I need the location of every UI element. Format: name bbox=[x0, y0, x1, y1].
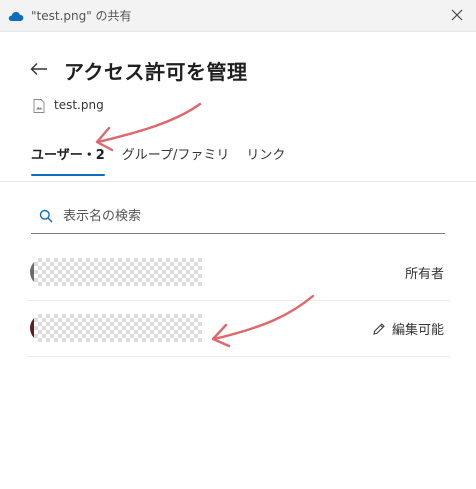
page-title: アクセス許可を管理 bbox=[64, 60, 248, 84]
redacted-name bbox=[34, 258, 202, 286]
tab-links[interactable]: リンク bbox=[246, 144, 285, 176]
title-bar: "test.png" の共有 bbox=[0, 0, 476, 32]
window-title: "test.png" の共有 bbox=[31, 9, 132, 23]
tab-groups[interactable]: グループ/ファミリ bbox=[122, 144, 230, 176]
onedrive-cloud-icon bbox=[8, 10, 24, 22]
role-text: 所有者 bbox=[404, 267, 444, 282]
member-row[interactable]: 所有者 bbox=[26, 245, 450, 301]
back-arrow-icon[interactable] bbox=[30, 60, 48, 78]
tab-bar: ユーザー・2 グループ/ファミリ リンク bbox=[31, 144, 302, 176]
file-name: test.png bbox=[54, 98, 104, 112]
search-icon bbox=[39, 208, 53, 222]
close-icon[interactable] bbox=[448, 6, 466, 24]
redacted-name bbox=[34, 314, 202, 342]
role-text: 編集可能 bbox=[391, 323, 444, 338]
tab-users[interactable]: ユーザー・2 bbox=[31, 144, 105, 176]
file-info: test.png bbox=[33, 98, 104, 113]
search-input[interactable]: 表示名の検索 bbox=[31, 196, 445, 234]
pencil-icon bbox=[372, 322, 386, 336]
role-label[interactable]: 所有者 bbox=[405, 263, 444, 282]
member-row[interactable]: 編集可能 bbox=[26, 301, 450, 357]
divider bbox=[0, 181, 476, 182]
search-placeholder: 表示名の検索 bbox=[63, 209, 142, 224]
role-dropdown[interactable]: 編集可能 bbox=[372, 319, 444, 338]
image-file-icon bbox=[33, 98, 45, 113]
